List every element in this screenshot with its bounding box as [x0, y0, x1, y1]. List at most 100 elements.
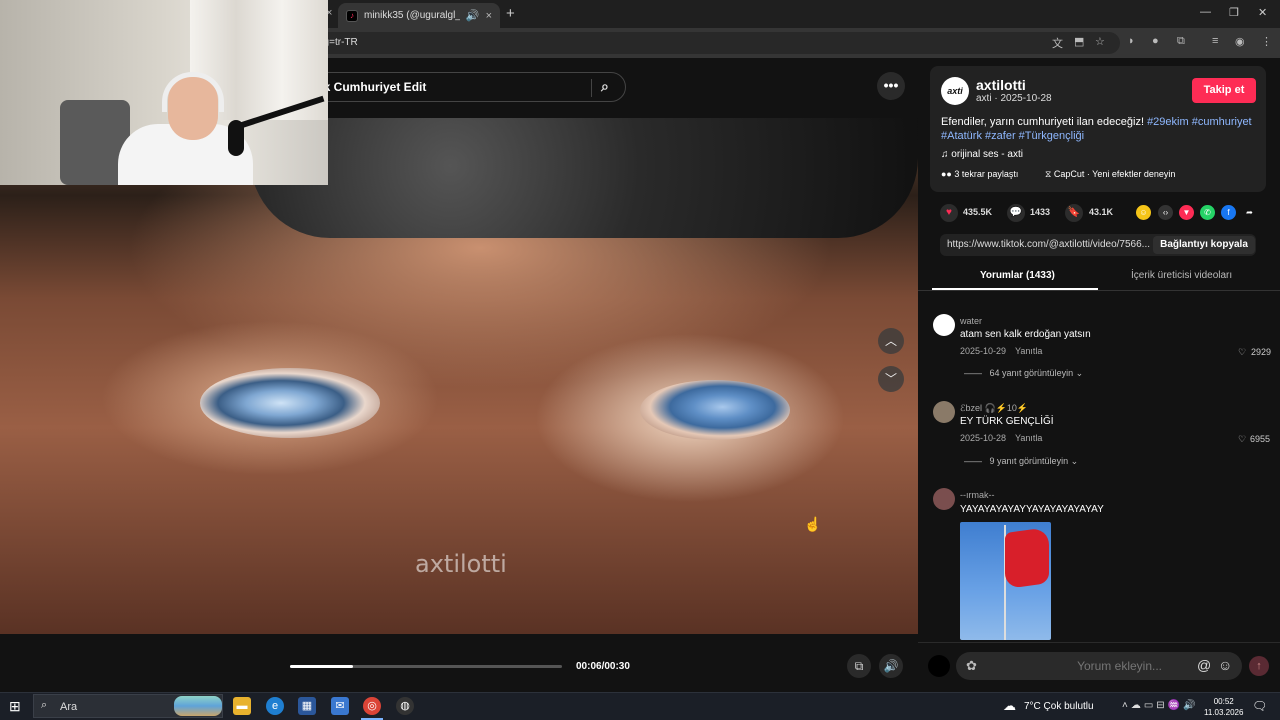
volume-button[interactable]: 🔊 [879, 654, 903, 678]
profile-icon[interactable]: ◉ [1235, 35, 1245, 48]
file-explorer-icon[interactable]: ▬ [233, 697, 251, 715]
embed-icon[interactable]: ‹› [1158, 205, 1173, 220]
comment-username[interactable]: water [960, 316, 982, 326]
tab-comments[interactable]: Yorumlar (1433) [980, 270, 1055, 281]
next-video-button[interactable]: ﹀ [878, 366, 904, 392]
translate-icon[interactable]: 文 [1052, 35, 1063, 51]
close-window-icon[interactable]: ✕ [1258, 6, 1267, 19]
whatsapp-icon[interactable]: ✆ [1200, 205, 1215, 220]
chrome-icon[interactable]: ◎ [363, 697, 381, 715]
comment-username[interactable]: ℰbzel 🎧⚡10⚡ [960, 403, 1028, 414]
notification-icon[interactable]: 🗨 [1252, 699, 1267, 713]
hashtag[interactable]: #Türkgençliği [1019, 130, 1084, 142]
edge-icon[interactable]: e [266, 697, 284, 715]
comment-count: 1433 [1030, 207, 1051, 217]
hashtag[interactable]: #cumhuriyet [1192, 116, 1252, 128]
avatar[interactable] [933, 488, 955, 510]
view-replies-link[interactable]: —— 9 yanıt görüntüleyin ⌄ [964, 456, 1078, 467]
friends-share-icon[interactable]: ☺ [1136, 205, 1151, 220]
search-bar[interactable]: rk Cumhuriyet Edit ⌕ [300, 72, 626, 102]
emoji-icon[interactable]: ☺ [1218, 657, 1232, 673]
send-icon[interactable]: ▼ [1179, 205, 1194, 220]
reply-link[interactable]: Yanıtla [1015, 433, 1042, 443]
menu-icon[interactable]: ⋮ [1261, 35, 1272, 48]
heart-icon[interactable]: ♡ [1238, 434, 1246, 445]
video-link[interactable]: https://www.tiktok.com/@axtilotti/video/… [947, 239, 1152, 250]
mention-icon[interactable]: @ [1197, 657, 1211, 673]
capcut-link[interactable]: ⧖ CapCut · Yeni efektler deneyin [1045, 169, 1175, 180]
close-icon[interactable]: × [486, 10, 492, 22]
avatar[interactable] [933, 401, 955, 423]
system-tray-icons[interactable]: ˄☁▭⊟♒🔊 [1122, 700, 1199, 711]
browser-tab[interactable]: ♪ minikk35 (@uguralgl_3535) 🔊 × [338, 3, 500, 28]
comment-icon[interactable]: 💬 [1007, 204, 1025, 222]
taskbar-search-text: Ara [60, 701, 78, 713]
comment-username[interactable]: --ırmak-- [960, 490, 995, 500]
puzzle-icon[interactable]: ⧉ [1177, 35, 1185, 48]
gift-icon[interactable]: ✿ [966, 658, 977, 674]
maximize-icon[interactable]: ❐ [1229, 6, 1239, 19]
hashtag[interactable]: #zafer [985, 130, 1016, 142]
mouse-cursor-icon: ☝ [804, 516, 822, 532]
like-icon[interactable]: ♥ [940, 204, 958, 222]
heart-icon[interactable]: ♡ [1238, 347, 1246, 358]
search-icon[interactable]: ⌕ [601, 78, 609, 95]
share-arrow-icon[interactable]: ➦ [1242, 205, 1257, 220]
floating-player-button[interactable]: ⧉ [847, 654, 871, 678]
mail-icon[interactable]: ✉ [331, 697, 349, 715]
description-text: Efendiler, yarın cumhuriyeti ilan edeceğ… [941, 116, 1148, 128]
minimize-icon[interactable]: — [1200, 6, 1211, 18]
video-controls [0, 634, 918, 692]
video-watermark: axtilotti [415, 550, 507, 578]
hashtag[interactable]: #Atatürk [941, 130, 982, 142]
weather-cloud-icon[interactable]: ☁ [1003, 698, 1016, 714]
tiktok-icon: ♪ [346, 9, 358, 22]
extension-icon[interactable]: ◗ [1128, 35, 1135, 47]
send-button[interactable]: ↑ [1249, 656, 1269, 676]
copy-link-button[interactable]: Bağlantıyı kopyala [1153, 236, 1255, 254]
extension-icon[interactable]: ● [1152, 35, 1159, 47]
avatar [928, 655, 950, 677]
bookmark-star-icon[interactable]: ☆ [1095, 35, 1105, 48]
reading-list-icon[interactable]: ≡ [1212, 35, 1218, 47]
search-input[interactable]: rk Cumhuriyet Edit [319, 80, 426, 94]
turkish-flag [1005, 526, 1049, 590]
reply-link[interactable]: Yanıtla [1015, 346, 1042, 356]
more-options-button[interactable]: ••• [877, 72, 905, 100]
capcut-text: CapCut · Yeni efektler deneyin [1053, 169, 1176, 179]
comment-date: 2025-10-28 [960, 433, 1007, 443]
audio-icon[interactable]: 🔊 [466, 9, 480, 22]
weather-text[interactable]: 7°C Çok bulutlu [1024, 701, 1094, 712]
sound-link[interactable]: ♫ orijinal ses - axti [941, 149, 1023, 160]
clock-date: 11.03.2026 [1204, 708, 1244, 717]
obs-icon[interactable]: ◍ [396, 697, 414, 715]
save-count: 43.1K [1089, 207, 1114, 217]
store-icon[interactable]: ▦ [298, 697, 316, 715]
bookmark-icon[interactable]: 🔖 [1065, 204, 1083, 222]
reposts[interactable]: ●● 3 tekrar paylaştı [941, 169, 1018, 179]
left-eye [200, 368, 380, 438]
author-username[interactable]: axtilotti [976, 77, 1026, 93]
like-count: 435.5K [963, 207, 993, 217]
search-icon: ⌕ [41, 699, 48, 711]
url-field[interactable]: ng=tr-TR [300, 32, 1120, 54]
clock-time: 00:52 [1213, 697, 1234, 706]
avatar[interactable] [933, 314, 955, 336]
install-icon[interactable]: ⬒ [1074, 35, 1084, 48]
windows-start-icon[interactable]: ⊞ [9, 698, 21, 715]
author-avatar[interactable]: axti [941, 77, 969, 105]
view-replies-text: 9 yanıt görüntüleyin [989, 456, 1069, 466]
follow-button[interactable]: Takip et [1192, 78, 1256, 103]
new-tab-button[interactable]: + [506, 5, 515, 22]
video-player[interactable]: axtilotti ☝ [0, 118, 918, 634]
divider [918, 290, 1280, 291]
previous-video-button[interactable]: ︿ [878, 328, 904, 354]
facebook-icon[interactable]: f [1221, 205, 1236, 220]
tab-creator-videos[interactable]: İçerik üreticisi videoları [1131, 270, 1232, 281]
hashtag[interactable]: #29ekim [1147, 116, 1189, 128]
taskbar-search[interactable]: ⌕ Ara [33, 694, 223, 718]
comment-like-count: 2929 [1251, 347, 1272, 357]
view-replies-link[interactable]: —— 64 yanıt görüntüleyin ⌄ [964, 368, 1083, 379]
capcut-icon: ⧖ [1045, 169, 1054, 179]
clock[interactable]: 00:52 11.03.2026 [1204, 696, 1243, 718]
